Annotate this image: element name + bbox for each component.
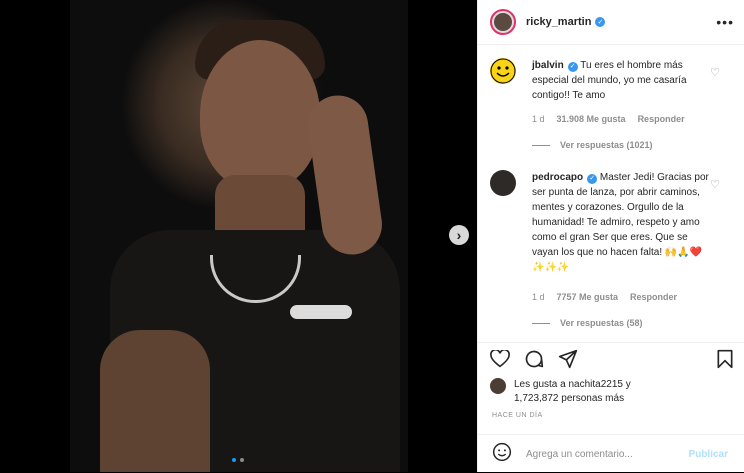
commenter-avatar[interactable] — [490, 58, 516, 84]
comment-input[interactable] — [524, 447, 683, 461]
comment-time[interactable]: 1 d — [532, 114, 545, 124]
liker-avatar — [490, 378, 506, 394]
commenter-avatar[interactable] — [490, 170, 516, 196]
comment-text-block: jbalvin ✓ Tu eres el hombre más especial … — [532, 58, 712, 103]
post-photo — [70, 0, 408, 472]
like-comment-heart-icon[interactable]: ♡ — [710, 68, 720, 79]
post-timestamp[interactable]: HACE UN DÍA — [492, 412, 543, 419]
smiley-avatar-icon — [490, 58, 516, 84]
publish-button[interactable]: Publicar — [683, 448, 734, 461]
reply-button[interactable]: Responder — [630, 292, 677, 302]
comment-time[interactable]: 1 d — [532, 292, 545, 302]
likes-line-1: Les gusta a nachita2215 y — [514, 379, 631, 390]
comment-meta: 1 d 7757 Me gusta Responder — [532, 292, 677, 302]
comment-likes[interactable]: 7757 Me gusta — [557, 292, 619, 302]
replies-divider — [532, 322, 550, 324]
emoji-smiley-icon[interactable] — [492, 442, 512, 467]
author-username[interactable]: ricky_martin — [526, 16, 591, 28]
chevron-right-icon: › — [456, 227, 462, 243]
more-options-icon[interactable]: ••• — [716, 14, 734, 30]
add-comment-bar: Publicar — [478, 434, 744, 473]
replies-divider — [532, 144, 550, 146]
comment-text: Master Jedi! Gracias por ser punta de la… — [532, 172, 709, 273]
view-replies-label: Ver respuestas (1021) — [560, 140, 653, 150]
commenter-username[interactable]: pedrocapo — [532, 172, 583, 183]
reply-button[interactable]: Responder — [638, 114, 685, 124]
view-replies-label: Ver respuestas (58) — [560, 318, 643, 328]
comment-item: pedrocapo ✓ Master Jedi! Gracias por ser … — [490, 170, 734, 340]
carousel-indicator — [232, 458, 244, 462]
post-header: ricky_martin ✓ ••• — [478, 0, 744, 45]
comment-meta: 1 d 31.908 Me gusta Responder — [532, 114, 685, 124]
comment-item: jbalvin ✓ Tu eres el hombre más especial … — [490, 58, 734, 178]
author-avatar[interactable] — [490, 9, 516, 35]
likes-line-2: 1,723,872 personas más — [514, 393, 625, 404]
view-replies-button[interactable]: Ver respuestas (58) — [532, 318, 643, 328]
comment-bubble-icon[interactable] — [524, 349, 544, 374]
post-actions-bar — [478, 342, 744, 379]
share-paper-plane-icon[interactable] — [558, 349, 578, 374]
verified-badge-icon: ✓ — [595, 17, 606, 27]
carousel-dot — [240, 458, 244, 462]
like-comment-heart-icon[interactable]: ♡ — [710, 180, 720, 191]
view-replies-button[interactable]: Ver respuestas (1021) — [532, 140, 653, 150]
next-image-button[interactable]: › — [449, 225, 469, 245]
commenter-username[interactable]: jbalvin — [532, 60, 564, 71]
likes-summary[interactable]: Les gusta a nachita2215 y 1,723,872 pers… — [490, 378, 734, 408]
verified-badge-icon: ✓ — [587, 173, 598, 184]
post-side-panel: ricky_martin ✓ ••• jbalvin ✓ Tu eres el h… — [477, 0, 744, 472]
comments-list: jbalvin ✓ Tu eres el hombre más especial … — [478, 44, 744, 342]
carousel-dot-active — [232, 458, 236, 462]
verified-badge-icon: ✓ — [567, 61, 578, 72]
comment-likes[interactable]: 31.908 Me gusta — [557, 114, 626, 124]
post-media: › — [0, 0, 477, 472]
like-heart-icon[interactable] — [490, 348, 510, 373]
comment-text-block: pedrocapo ✓ Master Jedi! Gracias por ser … — [532, 170, 712, 275]
save-bookmark-icon[interactable] — [716, 349, 734, 374]
